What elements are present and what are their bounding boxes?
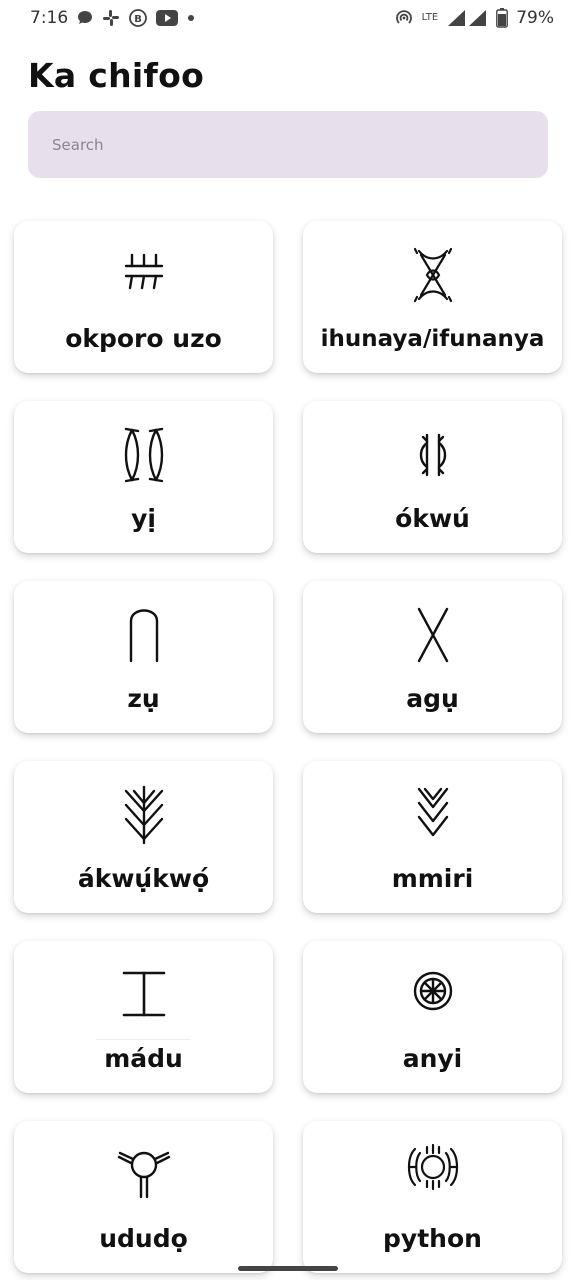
battery-percent: 79% bbox=[516, 8, 554, 28]
card-okporo-uzo[interactable]: okporo uzo bbox=[14, 221, 273, 373]
status-left: 7:16 B bbox=[30, 8, 196, 28]
page-title: Ka chifoo bbox=[28, 56, 205, 95]
card-label: agụ bbox=[406, 684, 459, 713]
home-indicator[interactable] bbox=[238, 1266, 338, 1271]
card-python[interactable]: python bbox=[303, 1121, 562, 1273]
card-label: ududọ bbox=[99, 1224, 188, 1253]
okporo-uzo-symbol-icon bbox=[112, 243, 176, 307]
card-label: anyi bbox=[402, 1044, 463, 1073]
card-ududo[interactable]: ududọ bbox=[14, 1121, 273, 1273]
zu-symbol-icon bbox=[112, 603, 176, 667]
ududo-symbol-icon bbox=[112, 1143, 176, 1207]
mmiri-symbol-icon bbox=[401, 783, 465, 847]
card-label: mádu bbox=[104, 1044, 183, 1073]
youtube-icon bbox=[156, 10, 179, 26]
network-type: LTE bbox=[421, 12, 439, 23]
okwu-symbol-icon bbox=[401, 423, 465, 487]
status-time: 7:16 bbox=[30, 8, 69, 28]
card-zu[interactable]: zụ bbox=[14, 581, 273, 733]
card-label: yị bbox=[131, 504, 156, 533]
svg-text:B: B bbox=[134, 14, 142, 25]
agu-symbol-icon bbox=[401, 603, 465, 667]
ihunaya-symbol-icon bbox=[401, 243, 465, 307]
python-symbol-icon bbox=[401, 1143, 465, 1207]
signal-icon bbox=[448, 9, 488, 27]
symbol-grid: okporo uzo ihunaya/ifunanya yị ókwú zụ a… bbox=[14, 221, 562, 1273]
search-input[interactable] bbox=[50, 134, 526, 155]
yi-symbol-icon bbox=[112, 423, 176, 487]
status-bar: 7:16 B LTE 79% bbox=[0, 0, 576, 36]
card-mmiri[interactable]: mmiri bbox=[303, 761, 562, 913]
hotspot-icon bbox=[394, 8, 414, 28]
status-right: LTE 79% bbox=[394, 8, 554, 28]
b-icon: B bbox=[128, 8, 148, 28]
dot-icon bbox=[186, 13, 196, 23]
battery-icon bbox=[496, 8, 509, 28]
anyi-symbol-icon bbox=[401, 963, 465, 1027]
message-icon bbox=[76, 9, 94, 27]
card-label: ihunaya/ifunanya bbox=[320, 326, 545, 352]
card-madu[interactable]: mádu bbox=[14, 941, 273, 1093]
card-ihunaya[interactable]: ihunaya/ifunanya bbox=[303, 221, 562, 373]
card-akwukwo[interactable]: ákwụ́kwọ́ bbox=[14, 761, 273, 913]
card-label: okporo uzo bbox=[65, 324, 222, 353]
madu-symbol-icon bbox=[112, 963, 176, 1027]
card-label: ákwụ́kwọ́ bbox=[77, 864, 210, 893]
card-anyi[interactable]: anyi bbox=[303, 941, 562, 1093]
card-yi[interactable]: yị bbox=[14, 401, 273, 553]
divider bbox=[96, 1039, 191, 1040]
search-box[interactable] bbox=[28, 111, 548, 178]
card-label: zụ bbox=[127, 684, 160, 713]
card-label: ókwú bbox=[395, 504, 470, 533]
card-agu[interactable]: agụ bbox=[303, 581, 562, 733]
card-label: python bbox=[383, 1224, 482, 1253]
akwukwo-symbol-icon bbox=[112, 783, 176, 847]
card-okwu[interactable]: ókwú bbox=[303, 401, 562, 553]
card-label: mmiri bbox=[391, 864, 474, 893]
slack-icon bbox=[102, 9, 120, 27]
